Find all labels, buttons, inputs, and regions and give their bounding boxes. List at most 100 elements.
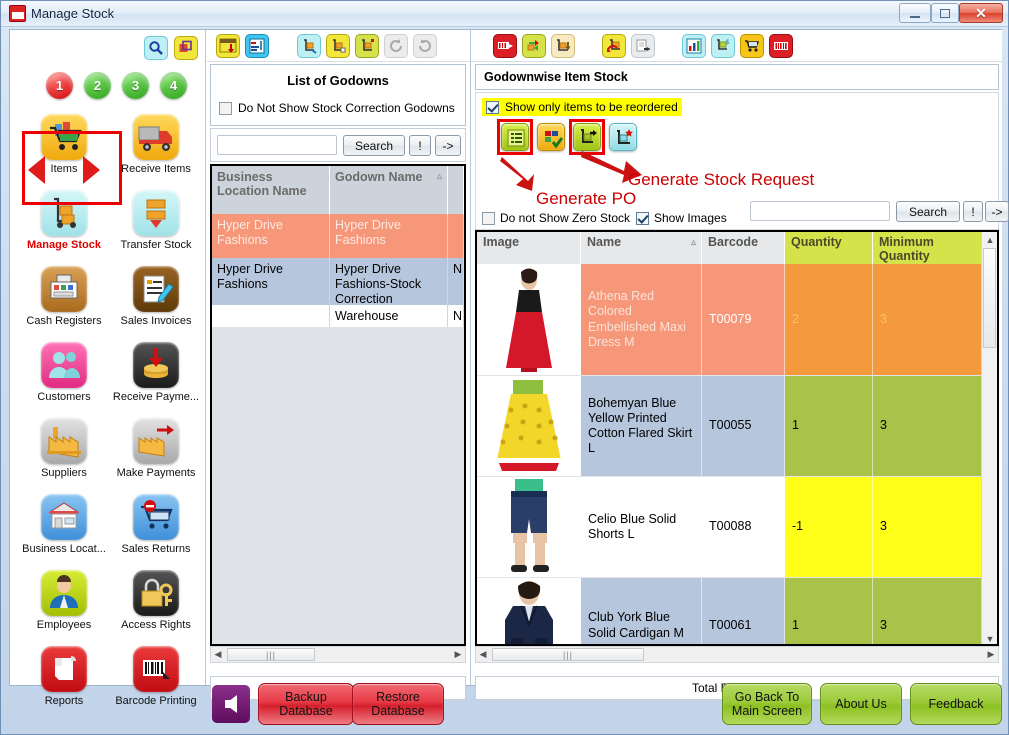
go-back-main-screen-button[interactable]: Go Back To Main Screen — [722, 683, 812, 725]
bottom-bar: Backup Database Restore Database Go Back… — [9, 681, 1002, 729]
grid-yellow-icon[interactable] — [216, 34, 240, 58]
delete-red-icon[interactable] — [493, 34, 517, 58]
scrollbar-thumb[interactable]: ||| — [492, 648, 644, 661]
checkbox-label: Do Not Show Stock Correction Godowns — [238, 101, 455, 115]
table-row[interactable]: Hyper Drive Fashions Hyper Drive Fashion… — [212, 214, 464, 258]
godown-search-next-button[interactable]: -> — [435, 135, 461, 156]
godown-search-input[interactable] — [217, 135, 337, 155]
stock-in-icon[interactable] — [297, 34, 321, 58]
sidebar-item-make-payments[interactable]: Make Payments — [110, 418, 202, 494]
search-icon[interactable] — [144, 36, 168, 60]
table-row[interactable]: Bohemyan Blue Yellow Printed Cotton Flar… — [477, 376, 997, 477]
barcode-red-icon[interactable] — [769, 34, 793, 58]
column-header-extra[interactable] — [448, 166, 464, 214]
hide-stock-correction-checkbox[interactable]: Do Not Show Stock Correction Godowns — [219, 101, 455, 115]
step-badge-3[interactable]: 3 — [122, 72, 149, 99]
stock-down-icon[interactable] — [551, 34, 575, 58]
stock-new-icon[interactable] — [355, 34, 379, 58]
stock-export-icon[interactable] — [631, 34, 655, 58]
item-stock-table[interactable]: Image Name ▵ Barcode Quantity Minimum Qu… — [475, 230, 999, 646]
step-badge-1[interactable]: 1 — [46, 72, 73, 99]
column-header-name[interactable]: Name ▵ — [581, 232, 702, 264]
table-row[interactable]: Warehouse N — [212, 305, 464, 327]
checkbox-box[interactable] — [636, 212, 649, 225]
item-search-bang-button[interactable]: ! — [963, 201, 983, 222]
back-arrow-icon[interactable] — [212, 685, 250, 723]
chart-icon[interactable] — [682, 34, 706, 58]
table-row[interactable]: Club York Blue Solid Cardigan M T00061 1… — [477, 578, 997, 646]
step-badge-2[interactable]: 2 — [84, 72, 111, 99]
cell-image — [477, 264, 581, 375]
cart-icon[interactable] — [740, 34, 764, 58]
stock-list-icon[interactable] — [326, 34, 350, 58]
scroll-up-arrow[interactable]: ▲ — [983, 232, 997, 247]
checkbox-box[interactable] — [482, 212, 495, 225]
stock-return-icon[interactable] — [602, 34, 626, 58]
column-header-minimum-quantity[interactable]: Minimum Quantity — [873, 232, 985, 264]
scrollbar-thumb[interactable]: ||| — [227, 648, 315, 661]
table-row[interactable]: Celio Blue Solid Shorts L T00088 -1 3 — [477, 477, 997, 578]
about-us-button[interactable]: About Us — [820, 683, 902, 725]
column-header-godown-name[interactable]: Godown Name ▵ — [330, 166, 448, 214]
stock-value-icon[interactable]: $ — [711, 34, 735, 58]
blue-cardigan-thumb — [477, 578, 580, 646]
reorder-only-checkbox[interactable]: Show only items to be reordered — [482, 98, 682, 116]
column-header-barcode[interactable]: Barcode — [702, 232, 785, 264]
sidebar-item-customers[interactable]: Customers — [18, 342, 110, 418]
sidebar-item-employees[interactable]: Employees — [18, 570, 110, 646]
sidebar-item-label: Manage Stock — [18, 239, 110, 251]
sidebar-item-receive-items[interactable]: Receive Items — [110, 114, 202, 190]
scroll-down-arrow[interactable]: ▼ — [983, 631, 997, 646]
scrollbar-thumb[interactable] — [983, 248, 996, 348]
show-images-checkbox[interactable]: Show Images — [636, 211, 727, 225]
sidebar-item-label: Transfer Stock — [110, 239, 202, 251]
new-stock-request-button[interactable] — [609, 123, 637, 151]
scroll-left-arrow[interactable]: ◀ — [476, 647, 490, 662]
close-button[interactable]: ✕ — [959, 3, 1003, 23]
feedback-button[interactable]: Feedback — [910, 683, 1002, 725]
sidebar-item-receive-payments[interactable]: Receive Payme... — [110, 342, 202, 418]
sidebar-item-business-locations[interactable]: Business Locat... — [18, 494, 110, 570]
scroll-right-arrow[interactable]: ▶ — [451, 647, 465, 662]
scroll-left-arrow[interactable]: ◀ — [211, 647, 225, 662]
transfer-boxes-icon — [133, 190, 179, 236]
checkbox-box[interactable] — [219, 102, 232, 115]
sidebar-item-transfer-stock[interactable]: Transfer Stock — [110, 190, 202, 266]
godown-search-button[interactable]: Search — [343, 135, 405, 156]
minimize-button[interactable] — [899, 3, 931, 23]
item-search-input[interactable] — [750, 201, 890, 221]
column-header-image[interactable]: Image — [477, 232, 581, 264]
sidebar-item-suppliers[interactable]: Suppliers — [18, 418, 110, 494]
table-row[interactable]: Athena Red Colored Embellished Maxi Dres… — [477, 264, 997, 376]
sidebar-item-cash-registers[interactable]: Cash Registers — [18, 266, 110, 342]
item-stock-vertical-scrollbar[interactable]: ▲ ▼ — [981, 232, 997, 646]
hide-zero-stock-checkbox[interactable]: Do not Show Zero Stock — [482, 211, 630, 225]
sidebar-item-manage-stock[interactable]: Manage Stock — [18, 190, 110, 266]
sidebar-item-sales-invoices[interactable]: Sales Invoices — [110, 266, 202, 342]
report-blue-icon[interactable] — [245, 34, 269, 58]
cell-image — [477, 578, 581, 646]
column-header-quantity[interactable]: Quantity — [785, 232, 873, 264]
column-header-business-location[interactable]: Business Location Name — [212, 166, 330, 214]
windows-icon[interactable] — [174, 36, 198, 60]
table-row[interactable]: Hyper Drive Fashions Hyper Drive Fashion… — [212, 258, 464, 305]
godowns-table[interactable]: Business Location Name Godown Name ▵ Hyp… — [210, 164, 466, 646]
sidebar-item-sales-returns[interactable]: Sales Returns — [110, 494, 202, 570]
sidebar-item-access-rights[interactable]: Access Rights — [110, 570, 202, 646]
godown-search-bang-button[interactable]: ! — [409, 135, 431, 156]
apply-changes-button[interactable] — [537, 123, 565, 151]
scroll-right-arrow[interactable]: ▶ — [984, 647, 998, 662]
cell-extra — [448, 214, 464, 258]
godowns-horizontal-scrollbar[interactable]: ◀ ||| ▶ — [210, 646, 466, 663]
checkbox-box[interactable] — [486, 101, 499, 114]
backup-database-button[interactable]: Backup Database — [258, 683, 354, 725]
content-area: 1 2 3 4 Items Receive Items — [9, 29, 1002, 686]
restore-database-button[interactable]: Restore Database — [352, 683, 444, 725]
item-search-button[interactable]: Search — [896, 201, 960, 222]
item-search-next-button[interactable]: -> — [985, 201, 1009, 222]
item-stock-horizontal-scrollbar[interactable]: ◀ ||| ▶ — [475, 646, 999, 663]
maximize-button[interactable] — [931, 3, 959, 23]
step-badge-4[interactable]: 4 — [160, 72, 187, 99]
exchange-icon[interactable] — [522, 34, 546, 58]
left-arrow-icon — [28, 156, 45, 184]
